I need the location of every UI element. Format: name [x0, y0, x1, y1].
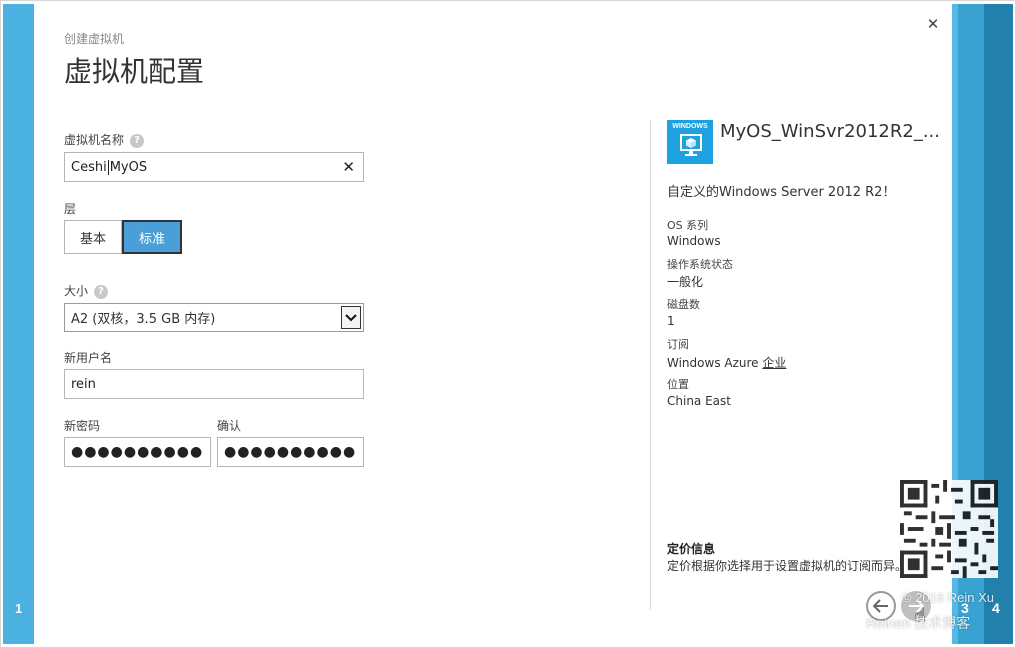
meta-val-location: China East: [667, 394, 731, 408]
meta-val-subscription: Windows Azure 企业: [667, 354, 786, 371]
size-label: 大小?: [64, 282, 109, 299]
size-label-text: 大小: [64, 284, 89, 298]
tier-label: 层: [64, 202, 77, 216]
left-step-rail: 1: [3, 4, 34, 644]
vm-name-input[interactable]: Ceshi MyOS ✕: [64, 152, 364, 182]
meta-key-location: 位置: [667, 378, 689, 391]
watermark-copyright: © 2016 Rein Xu: [902, 590, 994, 605]
password-value: ●●●●●●●●●●: [71, 444, 204, 460]
help-icon[interactable]: ?: [130, 134, 145, 148]
vm-name-label-text: 虚拟机名称: [64, 133, 125, 147]
confirm-label: 确认: [217, 419, 242, 433]
panel-divider: [650, 120, 651, 610]
meta-val-os-state: 一般化: [667, 275, 704, 289]
windows-os-icon: WINDOWS: [667, 120, 713, 164]
step-1-indicator[interactable]: 1: [15, 601, 22, 616]
arrow-left-icon: [873, 599, 888, 613]
meta-val-disks: 1: [667, 314, 675, 328]
help-icon[interactable]: ?: [94, 285, 109, 299]
vm-name-value-part2: MyOS: [109, 159, 148, 175]
pricing-text: 定价根据你选择用于设置虚拟机的订阅而异。: [667, 559, 908, 573]
os-description: 自定义的Windows Server 2012 R2！: [667, 185, 896, 200]
username-input[interactable]: rein: [64, 369, 364, 399]
username-label: 新用户名: [64, 351, 113, 365]
size-select[interactable]: A2 (双核，3.5 GB 内存): [64, 303, 364, 332]
clear-icon[interactable]: ✕: [342, 158, 355, 176]
watermark-blog: Reinen 技术博客: [866, 615, 971, 631]
close-icon[interactable]: ✕: [925, 16, 941, 32]
breadcrumb: 创建虚拟机: [64, 32, 125, 46]
text-caret: [107, 159, 109, 175]
os-image-name: MyOS_WinSvr2012R2_...: [720, 121, 940, 142]
vm-name-value-part1: Ceshi: [71, 159, 107, 175]
vm-name-label: 虚拟机名称?: [64, 131, 145, 148]
page-title: 虚拟机配置: [64, 55, 205, 88]
confirm-password-input[interactable]: ●●●●●●●●●●: [217, 437, 364, 467]
meta-val-os-family: Windows: [667, 234, 721, 248]
username-value: rein: [71, 376, 96, 392]
pricing-title: 定价信息: [667, 542, 716, 556]
monitor-icon: [680, 134, 702, 156]
password-input[interactable]: ●●●●●●●●●●: [64, 437, 211, 467]
tier-standard-button[interactable]: 标准: [122, 220, 182, 254]
tier-basic-button[interactable]: 基本: [64, 220, 122, 254]
subscription-link[interactable]: 企业: [762, 356, 786, 370]
chevron-down-icon[interactable]: [341, 306, 361, 329]
meta-key-os-state: 操作系统状态: [667, 258, 733, 271]
qr-code-image: [900, 480, 998, 578]
subscription-prefix: Windows Azure: [667, 356, 763, 370]
meta-key-subscription: 订阅: [667, 338, 689, 351]
meta-key-os-family: OS 系列: [667, 219, 709, 232]
password-label: 新密码: [64, 419, 101, 433]
size-select-value: A2 (双核，3.5 GB 内存): [71, 312, 216, 327]
os-logo-text: WINDOWS: [672, 123, 708, 130]
meta-key-disks: 磁盘数: [667, 298, 700, 311]
confirm-value: ●●●●●●●●●●: [224, 444, 357, 460]
